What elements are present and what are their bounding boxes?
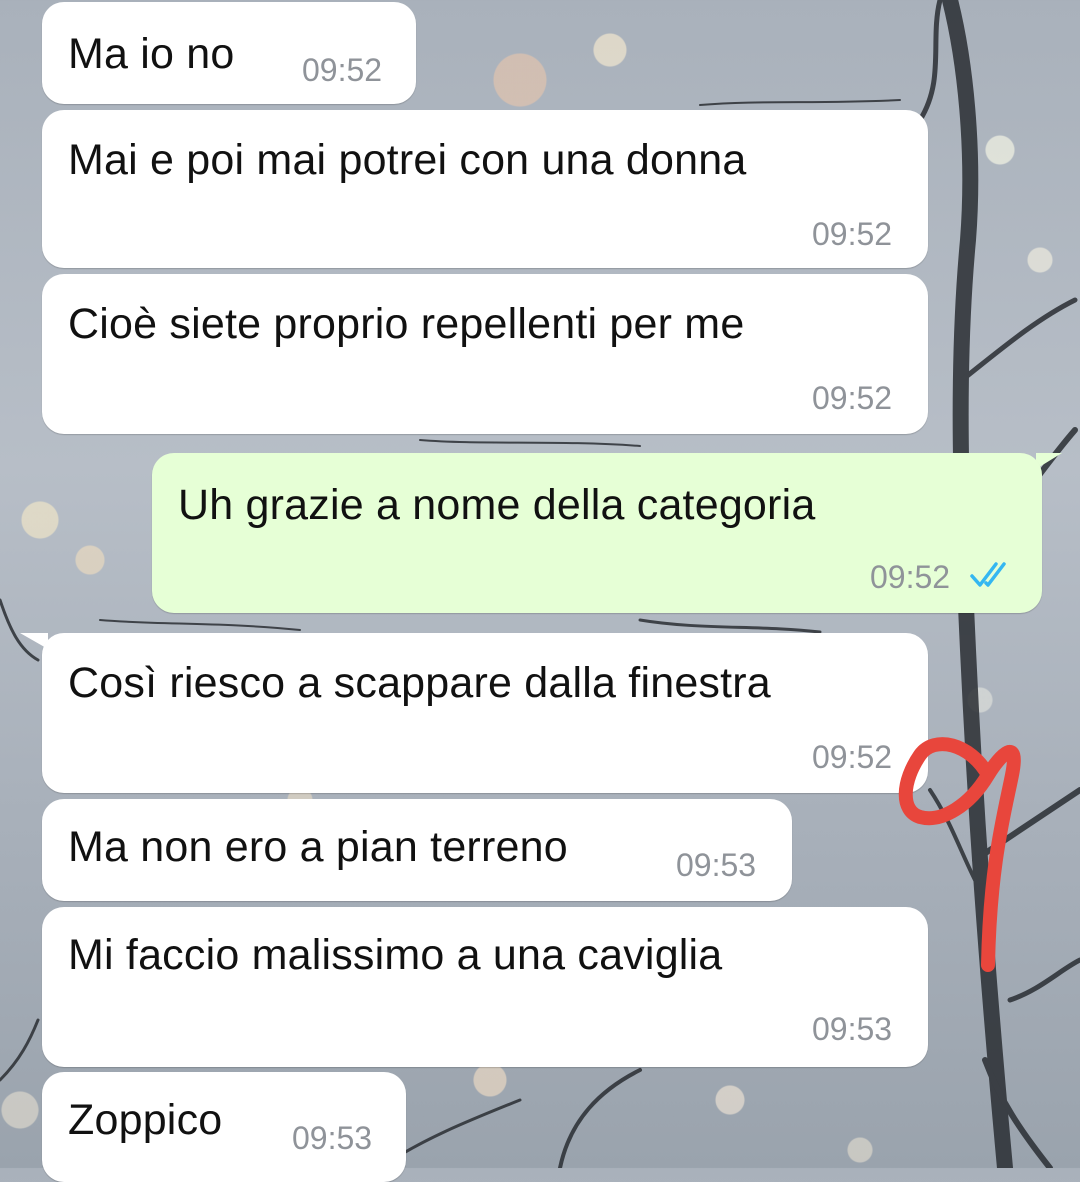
message-bubble-incoming[interactable]: Zoppico 09:53 <box>42 1072 406 1182</box>
message-bubble-incoming[interactable]: Mai e poi mai potrei con una donna 09:52 <box>42 110 928 268</box>
message-bubble-incoming[interactable]: Ma non ero a pian terreno 09:53 <box>42 799 792 901</box>
message-time: 09:52 <box>812 380 893 416</box>
message-time: 09:52 <box>812 739 893 775</box>
message-time: 09:53 <box>676 847 757 883</box>
message-time: 09:52 <box>870 559 951 595</box>
message-time: 09:53 <box>812 1011 893 1047</box>
message-text: Così riesco a scappare dalla finestra <box>68 659 771 707</box>
message-text: Uh grazie a nome della categoria <box>178 481 816 529</box>
message-text: Mai e poi mai potrei con una donna <box>68 136 747 184</box>
message-time: 09:52 <box>812 216 893 252</box>
message-bubble-incoming[interactable]: Così riesco a scappare dalla finestra 09… <box>42 633 928 793</box>
message-time: 09:52 <box>302 52 383 88</box>
message-text: Zoppico <box>68 1096 223 1144</box>
message-time: 09:53 <box>292 1120 373 1156</box>
message-text: Cioè siete proprio repellenti per me <box>68 300 745 348</box>
message-bubble-incoming[interactable]: Ma io no 09:52 <box>42 2 416 104</box>
handwritten-annotation <box>898 737 1021 972</box>
message-bubble-incoming[interactable]: Cioè siete proprio repellenti per me 09:… <box>42 274 928 434</box>
message-bubble-outgoing[interactable]: Uh grazie a nome della categoria 09:52 <box>152 453 1042 613</box>
message-text: Ma io no <box>68 30 235 78</box>
double-check-icon <box>970 562 1006 587</box>
message-bubble-incoming[interactable]: Mi faccio malissimo a una caviglia 09:53 <box>42 907 928 1067</box>
message-text: Ma non ero a pian terreno <box>68 823 568 871</box>
message-text: Mi faccio malissimo a una caviglia <box>68 931 723 979</box>
